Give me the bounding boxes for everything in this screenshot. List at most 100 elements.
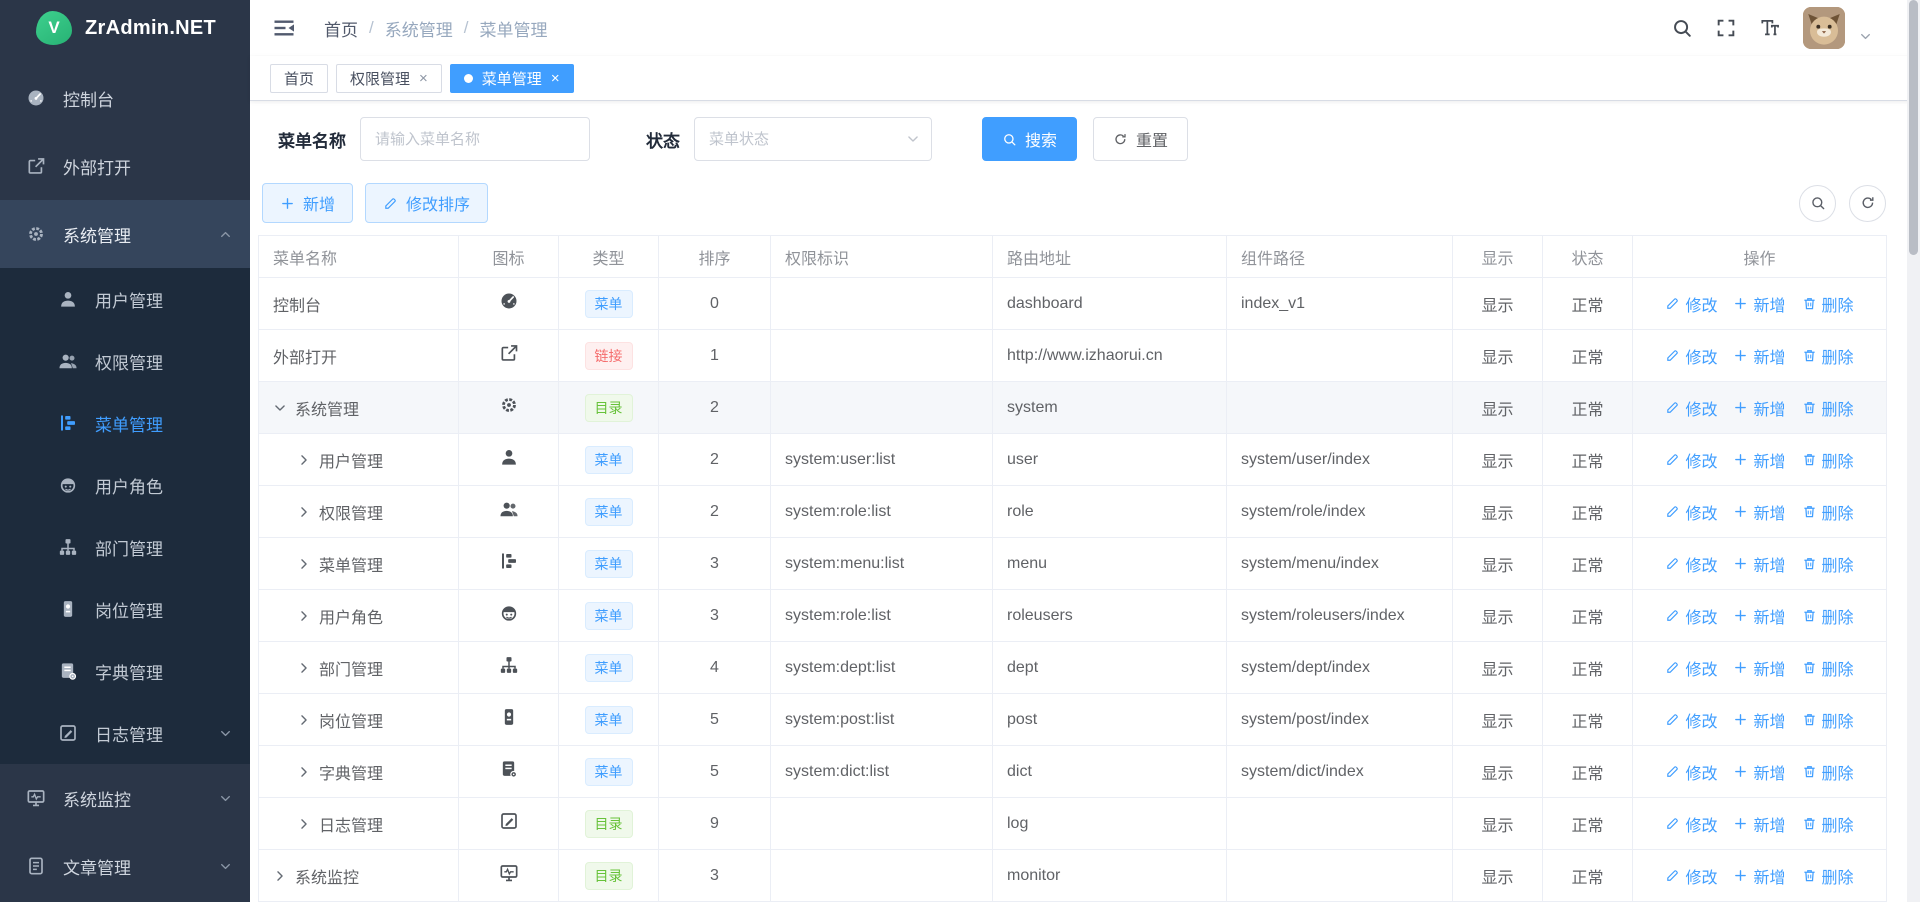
delete-action-link[interactable]: 删除 — [1802, 864, 1854, 888]
status-select[interactable] — [694, 117, 932, 161]
cell-component — [1227, 382, 1453, 434]
edit-action-link[interactable]: 修改 — [1665, 760, 1717, 784]
edit-sort-button[interactable]: 修改排序 — [365, 183, 488, 223]
add-action-link[interactable]: 新增 — [1733, 552, 1785, 576]
fullscreen-icon[interactable] — [1715, 17, 1737, 39]
tree-toggle-right-icon[interactable] — [297, 817, 311, 831]
edit-action-link[interactable]: 修改 — [1665, 396, 1717, 420]
add-action-link[interactable]: 新增 — [1733, 760, 1785, 784]
delete-action-link[interactable]: 删除 — [1802, 396, 1854, 420]
delete-action-link[interactable]: 删除 — [1802, 344, 1854, 368]
sidebar-item-article[interactable]: 文章管理 — [0, 832, 250, 900]
sidebar-item-menu[interactable]: 菜单管理 — [0, 392, 250, 454]
close-icon[interactable]: × — [419, 71, 428, 86]
sidebar-item-label: 文章管理 — [63, 854, 131, 879]
delete-action-link[interactable]: 删除 — [1802, 500, 1854, 524]
avatar[interactable] — [1803, 7, 1845, 49]
menu-name-input[interactable] — [360, 117, 590, 161]
edit-action-label: 修改 — [1685, 552, 1717, 576]
add-action-link[interactable]: 新增 — [1733, 604, 1785, 628]
column-header-visible: 显示 — [1453, 236, 1543, 278]
breadcrumb-item[interactable]: 菜单管理 — [479, 16, 547, 41]
sidebar-item-monitor[interactable]: 系统监控 — [0, 764, 250, 832]
breadcrumb-item[interactable]: 首页 — [324, 16, 358, 41]
edit-action-link[interactable]: 修改 — [1665, 708, 1717, 732]
add-action-link[interactable]: 新增 — [1733, 708, 1785, 732]
add-action-link[interactable]: 新增 — [1733, 864, 1785, 888]
tree-toggle-right-icon[interactable] — [297, 661, 311, 675]
add-action-link[interactable]: 新增 — [1733, 448, 1785, 472]
search-button[interactable]: 搜索 — [982, 117, 1077, 161]
tree-toggle-right-icon[interactable] — [297, 453, 311, 467]
edit-action-link[interactable]: 修改 — [1665, 552, 1717, 576]
edit-action-label: 修改 — [1685, 812, 1717, 836]
delete-action-link[interactable]: 删除 — [1802, 292, 1854, 316]
tree-toggle-right-icon[interactable] — [297, 505, 311, 519]
tree-toggle-down-icon[interactable] — [273, 401, 287, 415]
sidebar-item-user[interactable]: 用户管理 — [0, 268, 250, 330]
add-action-label: 新增 — [1753, 344, 1785, 368]
edit-action-link[interactable]: 修改 — [1665, 292, 1717, 316]
table-search-button[interactable] — [1799, 185, 1836, 222]
font-size-icon[interactable] — [1759, 17, 1781, 39]
sidebar-item-roleusers[interactable]: 用户角色 — [0, 454, 250, 516]
status-select-input[interactable] — [694, 117, 932, 161]
tab-菜单管理[interactable]: 菜单管理× — [450, 64, 574, 93]
reset-button[interactable]: 重置 — [1093, 117, 1188, 161]
sidebar-toggle-icon[interactable] — [272, 16, 296, 40]
add-action-link[interactable]: 新增 — [1733, 396, 1785, 420]
edit-action-link[interactable]: 修改 — [1665, 604, 1717, 628]
dict-icon — [499, 759, 519, 779]
sidebar-item-dept[interactable]: 部门管理 — [0, 516, 250, 578]
type-tag: 菜单 — [585, 446, 633, 474]
delete-action-link[interactable]: 删除 — [1802, 760, 1854, 784]
tree-toggle-right-icon[interactable] — [273, 869, 287, 883]
edit-action-link[interactable]: 修改 — [1665, 448, 1717, 472]
plus-icon — [1733, 764, 1748, 779]
sidebar-item-system[interactable]: 系统管理 — [0, 200, 250, 268]
add-action-link[interactable]: 新增 — [1733, 344, 1785, 368]
delete-action-link[interactable]: 删除 — [1802, 604, 1854, 628]
add-action-label: 新增 — [1753, 708, 1785, 732]
add-action-link[interactable]: 新增 — [1733, 292, 1785, 316]
sidebar-item-external[interactable]: 外部打开 — [0, 132, 250, 200]
close-icon[interactable]: × — [551, 71, 560, 86]
tab-首页[interactable]: 首页 — [270, 64, 328, 93]
sidebar-item-dict[interactable]: 字典管理 — [0, 640, 250, 702]
delete-action-link[interactable]: 删除 — [1802, 708, 1854, 732]
delete-action-link[interactable]: 删除 — [1802, 812, 1854, 836]
tab-权限管理[interactable]: 权限管理× — [336, 64, 442, 93]
edit-action-link[interactable]: 修改 — [1665, 656, 1717, 680]
delete-action-link[interactable]: 删除 — [1802, 448, 1854, 472]
scrollbar-thumb[interactable] — [1909, 0, 1918, 255]
edit-action-link[interactable]: 修改 — [1665, 344, 1717, 368]
sidebar-item-post[interactable]: 岗位管理 — [0, 578, 250, 640]
add-action-label: 新增 — [1753, 396, 1785, 420]
table-refresh-button[interactable] — [1849, 185, 1886, 222]
edit-action-link[interactable]: 修改 — [1665, 812, 1717, 836]
add-action-link[interactable]: 新增 — [1733, 656, 1785, 680]
breadcrumb-item[interactable]: 系统管理 — [385, 16, 453, 41]
add-action-link[interactable]: 新增 — [1733, 500, 1785, 524]
cell-status: 正常 — [1543, 486, 1633, 538]
edit-action-link[interactable]: 修改 — [1665, 864, 1717, 888]
edit-icon — [1665, 556, 1680, 571]
tree-toggle-right-icon[interactable] — [297, 609, 311, 623]
sidebar-item-log[interactable]: 日志管理 — [0, 702, 250, 764]
user-menu-caret-icon[interactable] — [1859, 30, 1872, 43]
tree-toggle-right-icon[interactable] — [297, 557, 311, 571]
edit-action-link[interactable]: 修改 — [1665, 500, 1717, 524]
tree-toggle-right-icon[interactable] — [297, 765, 311, 779]
tree-toggle-right-icon[interactable] — [297, 713, 311, 727]
search-icon[interactable] — [1671, 17, 1693, 39]
sidebar-item-dashboard[interactable]: 控制台 — [0, 64, 250, 132]
sidebar-item-role[interactable]: 权限管理 — [0, 330, 250, 392]
add-action-link[interactable]: 新增 — [1733, 812, 1785, 836]
column-header-type: 类型 — [559, 236, 659, 278]
add-button[interactable]: 新增 — [262, 183, 353, 223]
table-row: 日志管理目录9log显示正常修改新增删除 — [259, 798, 1887, 850]
cell-name: 系统管理 — [259, 382, 459, 434]
delete-action-label: 删除 — [1822, 656, 1854, 680]
delete-action-link[interactable]: 删除 — [1802, 656, 1854, 680]
delete-action-link[interactable]: 删除 — [1802, 552, 1854, 576]
